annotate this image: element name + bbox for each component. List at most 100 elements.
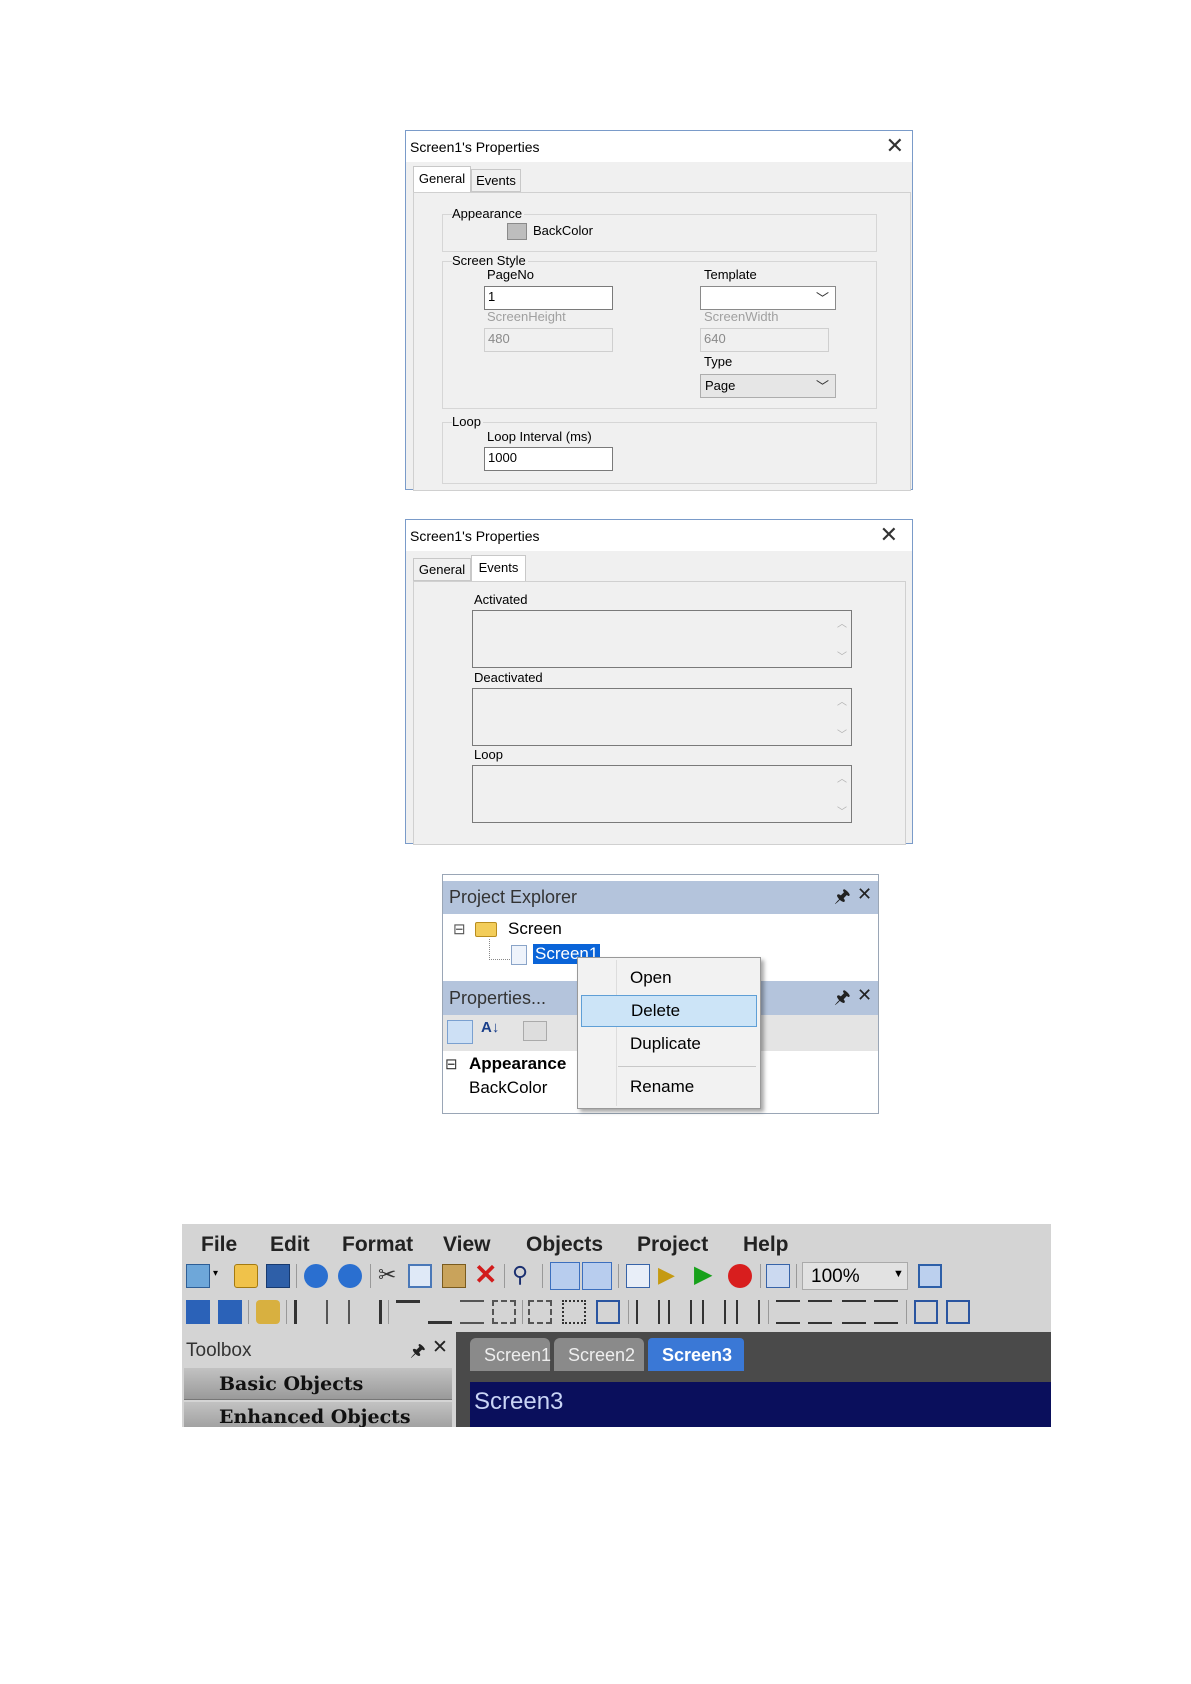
type-select[interactable]: Page ﹀ bbox=[700, 374, 836, 398]
menu-help[interactable]: Help bbox=[743, 1233, 789, 1257]
menu-item-duplicate[interactable]: Duplicate bbox=[578, 1029, 760, 1059]
template-select[interactable]: ﹀ bbox=[700, 286, 836, 310]
toolbox-category-basic-objects[interactable]: Basic Objects bbox=[184, 1368, 452, 1400]
sort-az-icon[interactable]: A↓ bbox=[481, 1019, 499, 1036]
same-size-icon[interactable] bbox=[562, 1300, 586, 1324]
fullscreen-icon[interactable] bbox=[918, 1264, 942, 1288]
tab-events[interactable]: Events bbox=[471, 555, 526, 581]
build-icon[interactable] bbox=[626, 1264, 650, 1288]
menu-item-delete[interactable]: Delete bbox=[581, 995, 757, 1027]
align-right-icon[interactable] bbox=[358, 1300, 382, 1324]
center-vertical-icon[interactable] bbox=[946, 1300, 970, 1324]
scroll-down-icon[interactable]: ﹀ bbox=[837, 803, 847, 818]
undo-icon[interactable] bbox=[304, 1264, 328, 1288]
new-icon[interactable] bbox=[186, 1264, 210, 1288]
menu-file[interactable]: File bbox=[201, 1233, 237, 1257]
tree-root-label[interactable]: Screen bbox=[508, 919, 562, 939]
pin-icon[interactable]: 🖈 bbox=[410, 1338, 426, 1367]
find-icon[interactable]: ⚲ bbox=[512, 1262, 528, 1288]
scroll-up-icon[interactable]: ︿ bbox=[837, 615, 847, 630]
align-middle-icon[interactable] bbox=[460, 1300, 484, 1324]
save-icon[interactable] bbox=[266, 1264, 290, 1288]
categorized-icon[interactable] bbox=[447, 1020, 473, 1044]
stop-icon[interactable] bbox=[728, 1264, 752, 1288]
scrollbar[interactable]: ︿ ﹀ bbox=[833, 766, 851, 822]
screen-canvas[interactable]: Screen3 bbox=[470, 1382, 1051, 1427]
menu-objects[interactable]: Objects bbox=[526, 1233, 603, 1257]
paste-icon[interactable] bbox=[442, 1264, 466, 1288]
cut-icon[interactable]: ✂ bbox=[378, 1262, 396, 1288]
tab-screen2[interactable]: Screen2 bbox=[554, 1338, 644, 1371]
dropdown-arrow-icon[interactable]: ▾ bbox=[213, 1268, 218, 1279]
decrease-hspace-icon[interactable] bbox=[702, 1300, 726, 1324]
scroll-up-icon[interactable]: ︿ bbox=[837, 770, 847, 785]
scrollbar[interactable]: ︿ ﹀ bbox=[833, 611, 851, 667]
same-height-icon[interactable] bbox=[528, 1300, 552, 1324]
toolbox-category-enhanced-objects[interactable]: Enhanced Objects bbox=[184, 1402, 452, 1427]
application-window: File Edit Format View Objects Project He… bbox=[182, 1224, 1051, 1427]
menu-item-open[interactable]: Open bbox=[578, 963, 760, 993]
pin-icon[interactable]: 🖈 bbox=[834, 884, 851, 914]
backcolor-property[interactable]: BackColor bbox=[469, 1078, 547, 1098]
scroll-down-icon[interactable]: ﹀ bbox=[837, 648, 847, 663]
center-horizontal-icon[interactable] bbox=[914, 1300, 938, 1324]
space-vertical-icon[interactable] bbox=[776, 1300, 800, 1324]
space-horizontal-icon[interactable] bbox=[636, 1300, 660, 1324]
collapse-icon[interactable]: ⊟ bbox=[445, 1055, 458, 1073]
menu-project[interactable]: Project bbox=[637, 1233, 708, 1257]
pageno-input[interactable]: 1 bbox=[484, 286, 613, 310]
lock-icon[interactable] bbox=[256, 1300, 280, 1324]
menu-edit[interactable]: Edit bbox=[270, 1233, 310, 1257]
loop-interval-input[interactable]: 1000 bbox=[484, 447, 613, 471]
copy-icon[interactable] bbox=[408, 1264, 432, 1288]
tree-expander[interactable]: ⊟ bbox=[453, 920, 466, 938]
properties-title: Properties... bbox=[449, 988, 547, 1008]
run-icon[interactable]: ▶ bbox=[694, 1260, 712, 1289]
dialog-titlebar[interactable]: Screen1's Properties ✕ bbox=[406, 520, 912, 551]
zoom-select[interactable]: 100% ▼ bbox=[802, 1262, 908, 1290]
activated-script-box[interactable]: ︿ ﹀ bbox=[472, 610, 852, 668]
increase-vspace-icon[interactable] bbox=[808, 1300, 832, 1324]
decrease-vspace-icon[interactable] bbox=[842, 1300, 866, 1324]
close-icon[interactable]: ✕ bbox=[886, 133, 904, 159]
increase-hspace-icon[interactable] bbox=[668, 1300, 692, 1324]
open-icon[interactable] bbox=[234, 1264, 258, 1288]
close-icon[interactable]: ✕ bbox=[857, 884, 872, 905]
tab-screen3[interactable]: Screen3 bbox=[648, 1338, 744, 1371]
align-left-icon[interactable] bbox=[294, 1300, 318, 1324]
compile-icon[interactable]: ▶ bbox=[658, 1262, 675, 1288]
backcolor-swatch[interactable] bbox=[507, 223, 527, 240]
menu-format[interactable]: Format bbox=[342, 1233, 413, 1257]
tab-screen1[interactable]: Screen1 bbox=[470, 1338, 551, 1371]
same-width-icon[interactable] bbox=[492, 1300, 516, 1324]
tab-events[interactable]: Events bbox=[471, 169, 521, 192]
pin-icon[interactable]: 🖈 bbox=[834, 985, 851, 1015]
redo-icon[interactable] bbox=[338, 1264, 362, 1288]
menu-item-rename[interactable]: Rename bbox=[578, 1072, 760, 1102]
tab-general[interactable]: General bbox=[413, 166, 471, 192]
close-icon[interactable]: ✕ bbox=[432, 1336, 448, 1359]
scrollbar[interactable]: ︿ ﹀ bbox=[833, 689, 851, 745]
tab-general[interactable]: General bbox=[413, 558, 471, 581]
close-icon[interactable]: ✕ bbox=[880, 522, 898, 548]
snap-icon[interactable] bbox=[582, 1262, 612, 1290]
align-bottom-icon[interactable] bbox=[428, 1300, 452, 1324]
loop-script-box[interactable]: ︿ ﹀ bbox=[472, 765, 852, 823]
center-icon[interactable] bbox=[596, 1300, 620, 1324]
align-center-icon[interactable] bbox=[326, 1300, 350, 1324]
deactivated-script-box[interactable]: ︿ ﹀ bbox=[472, 688, 852, 746]
bring-front-icon[interactable] bbox=[186, 1300, 210, 1324]
property-pages-icon[interactable] bbox=[523, 1021, 547, 1041]
remove-hspace-icon[interactable] bbox=[736, 1300, 760, 1324]
download-icon[interactable] bbox=[766, 1264, 790, 1288]
dialog-titlebar[interactable]: Screen1's Properties ✕ bbox=[406, 131, 912, 162]
send-back-icon[interactable] bbox=[218, 1300, 242, 1324]
scroll-down-icon[interactable]: ﹀ bbox=[837, 726, 847, 741]
grid-icon[interactable] bbox=[550, 1262, 580, 1290]
scroll-up-icon[interactable]: ︿ bbox=[837, 693, 847, 708]
remove-vspace-icon[interactable] bbox=[874, 1300, 898, 1324]
align-top-icon[interactable] bbox=[396, 1300, 420, 1324]
menu-view[interactable]: View bbox=[443, 1233, 490, 1257]
delete-icon[interactable]: ✕ bbox=[474, 1258, 497, 1291]
close-icon[interactable]: ✕ bbox=[857, 985, 872, 1006]
